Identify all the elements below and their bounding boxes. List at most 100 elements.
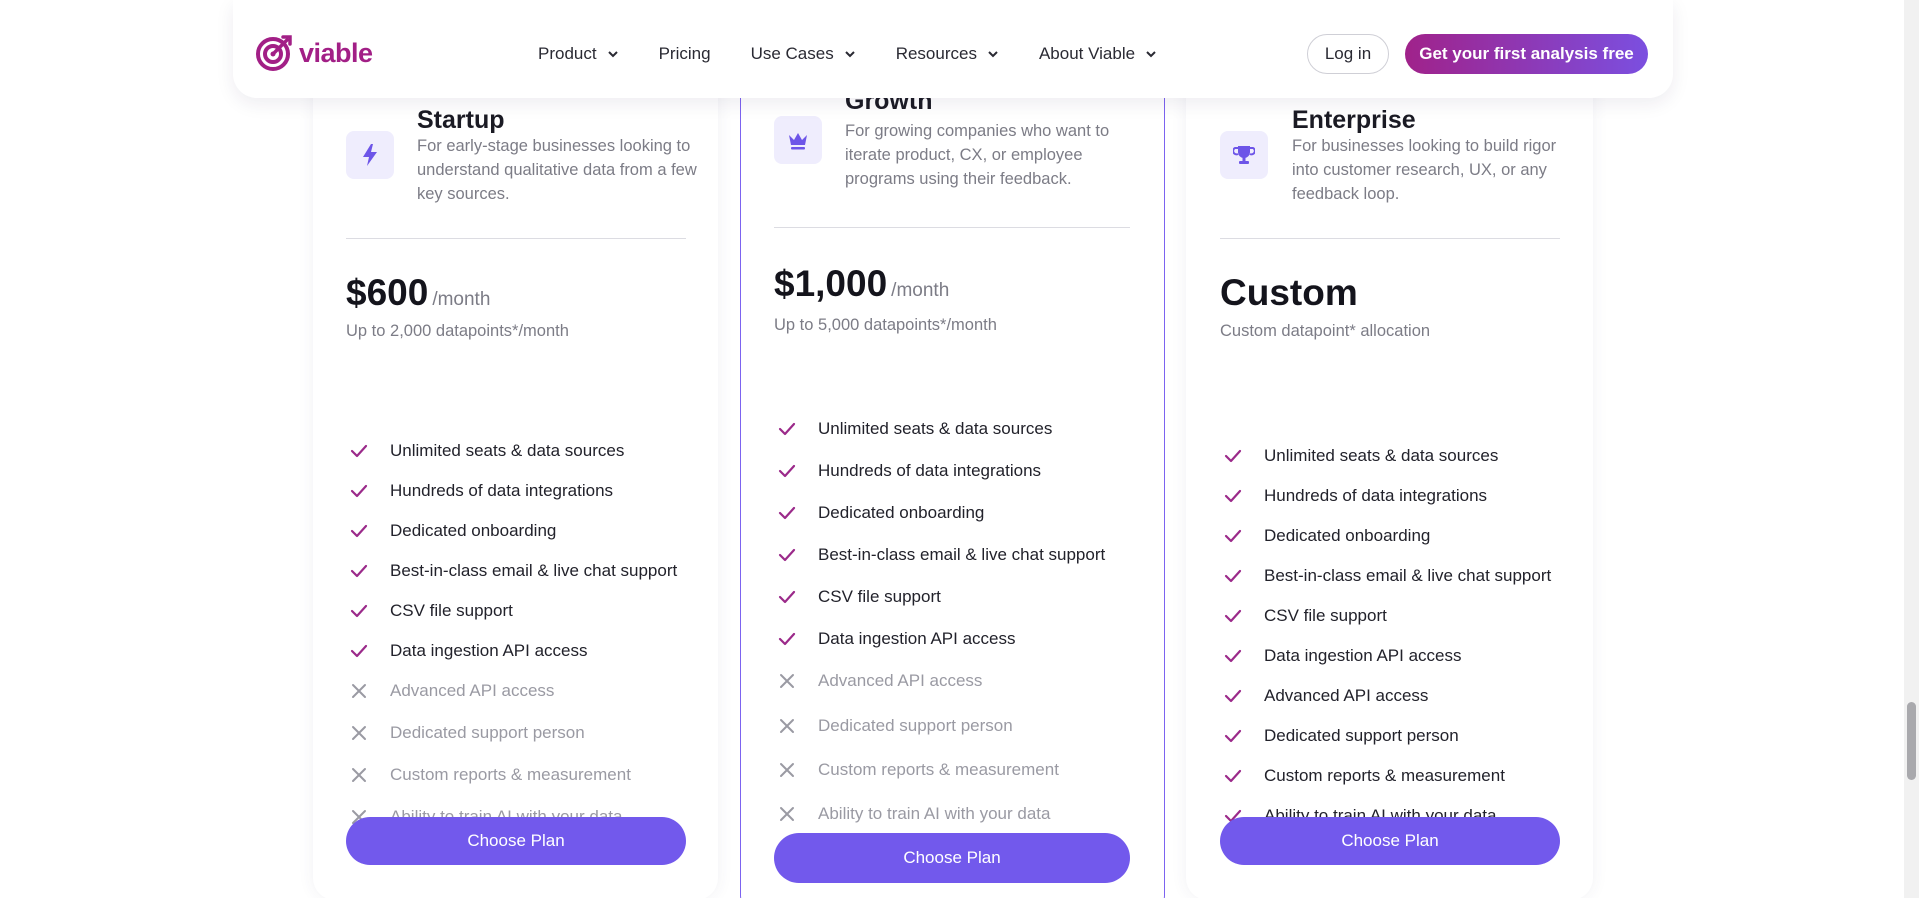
cross-icon xyxy=(778,805,796,823)
feature-label: Custom reports & measurement xyxy=(1264,766,1505,785)
nav-item-pricing[interactable]: Pricing xyxy=(659,44,711,64)
feature-label: Dedicated support person xyxy=(818,716,1013,735)
feature-label: Best-in-class email & live chat support xyxy=(1264,566,1552,585)
nav-item-label: Product xyxy=(538,44,597,63)
cross-icon xyxy=(350,682,368,700)
cross-icon xyxy=(778,717,796,735)
feature-item: Data ingestion API access xyxy=(350,641,588,661)
scrollbar-track[interactable] xyxy=(1904,0,1919,898)
feature-label: Dedicated onboarding xyxy=(1264,526,1431,545)
choose-plan-button[interactable]: Choose Plan xyxy=(346,817,686,865)
logo[interactable]: viable xyxy=(255,34,373,72)
check-icon xyxy=(778,504,796,522)
feature-item: Custom reports & measurement xyxy=(1224,766,1505,786)
trophy-icon xyxy=(1220,131,1268,179)
nav-item-about-viable[interactable]: About Viable xyxy=(1039,44,1157,64)
check-icon xyxy=(350,442,368,460)
feature-item: CSV file support xyxy=(778,587,941,607)
feature-item: Best-in-class email & live chat support xyxy=(350,561,677,581)
plan-description: For growing companies who want to iterat… xyxy=(845,122,1110,188)
feature-label: Hundreds of data integrations xyxy=(390,481,614,500)
feature-item: Dedicated onboarding xyxy=(350,521,556,541)
divider xyxy=(346,238,686,239)
divider xyxy=(774,227,1130,228)
check-icon xyxy=(1224,487,1242,505)
price-amount: Custom xyxy=(1220,272,1358,313)
feature-item: Best-in-class email & live chat support xyxy=(778,545,1105,565)
nav-item-label: Resources xyxy=(895,44,977,63)
cross-icon xyxy=(778,672,796,690)
check-icon xyxy=(1224,687,1242,705)
nav-item-label: Pricing xyxy=(658,44,711,63)
feature-item: Hundreds of data integrations xyxy=(350,481,613,501)
chevron-down-icon xyxy=(844,51,855,58)
check-icon xyxy=(778,588,796,606)
feature-item: Unlimited seats & data sources xyxy=(778,419,1052,439)
scrollbar-thumb[interactable] xyxy=(1907,702,1916,780)
plan-price: $600/month xyxy=(346,272,490,314)
get-analysis-button[interactable]: Get your first analysis free xyxy=(1405,34,1648,74)
feature-label: Data ingestion API access xyxy=(1264,646,1462,665)
feature-label: Best-in-class email & live chat support xyxy=(390,561,678,580)
plan-card-enterprise: Enterprise For businesses looking to bui… xyxy=(1186,60,1593,898)
login-button[interactable]: Log in xyxy=(1307,34,1389,74)
check-icon xyxy=(778,546,796,564)
feature-item: Unlimited seats & data sources xyxy=(350,441,624,461)
feature-item: Custom reports & measurement xyxy=(350,765,631,785)
plan-price: $1,000/month xyxy=(774,263,949,305)
feature-label: Dedicated support person xyxy=(1264,726,1459,745)
plan-description: For businesses looking to build rigor in… xyxy=(1292,137,1557,203)
feature-label: Hundreds of data integrations xyxy=(818,461,1042,480)
feature-item: Dedicated support person xyxy=(778,716,1013,736)
choose-plan-button[interactable]: Choose Plan xyxy=(1220,817,1560,865)
nav-item-label: About Viable xyxy=(1038,44,1136,63)
feature-item: Ability to train AI with your data xyxy=(778,804,1050,824)
chevron-down-icon xyxy=(988,51,998,58)
feature-label: Dedicated onboarding xyxy=(818,503,985,522)
check-icon xyxy=(1224,727,1242,745)
cross-icon xyxy=(778,761,796,779)
plan-name: Startup xyxy=(417,106,505,134)
cross-icon xyxy=(350,724,368,742)
check-icon xyxy=(1224,767,1242,785)
choose-plan-button[interactable]: Choose Plan xyxy=(774,833,1130,883)
chevron-down-icon xyxy=(1146,51,1156,58)
logo-text: viable xyxy=(299,37,373,68)
feature-item: CSV file support xyxy=(1224,606,1387,626)
feature-label: CSV file support xyxy=(390,601,513,620)
feature-item: CSV file support xyxy=(350,601,513,621)
nav-item-resources[interactable]: Resources xyxy=(896,44,999,64)
price-period: /month xyxy=(432,289,491,310)
top-navbar: viable Product Pricing Use Cases Resourc… xyxy=(233,0,1673,98)
feature-item: Dedicated onboarding xyxy=(778,503,984,523)
nav-item-use-cases[interactable]: Use Cases xyxy=(751,44,856,64)
feature-label: Hundreds of data integrations xyxy=(1264,486,1488,505)
check-icon xyxy=(1224,607,1242,625)
check-icon xyxy=(350,482,368,500)
feature-label: Best-in-class email & live chat support xyxy=(818,545,1106,564)
feature-item: Best-in-class email & live chat support xyxy=(1224,566,1551,586)
check-icon xyxy=(350,642,368,660)
feature-label: CSV file support xyxy=(1264,606,1387,625)
feature-label: Data ingestion API access xyxy=(390,641,588,660)
feature-item: Hundreds of data integrations xyxy=(1224,486,1487,506)
chevron-down-icon xyxy=(607,51,618,58)
cross-icon xyxy=(350,766,368,784)
price-period: /month xyxy=(891,280,950,301)
feature-item: Advanced API access xyxy=(1224,686,1428,706)
feature-label: Advanced API access xyxy=(818,671,983,690)
feature-label: Dedicated onboarding xyxy=(390,521,557,540)
feature-label: Data ingestion API access xyxy=(818,629,1016,648)
feature-label: Unlimited seats & data sources xyxy=(818,419,1053,438)
feature-label: Unlimited seats & data sources xyxy=(390,441,625,460)
nav-item-product[interactable]: Product xyxy=(538,44,619,64)
feature-label: CSV file support xyxy=(818,587,941,606)
feature-label: Ability to train AI with your data xyxy=(818,804,1051,823)
plan-card-startup: Startup For early-stage businesses looki… xyxy=(313,60,718,898)
check-icon xyxy=(778,420,796,438)
target-logo-icon xyxy=(256,35,292,71)
check-icon xyxy=(350,602,368,620)
feature-item: Data ingestion API access xyxy=(1224,646,1462,666)
check-icon xyxy=(1224,647,1242,665)
feature-label: Advanced API access xyxy=(390,681,555,700)
